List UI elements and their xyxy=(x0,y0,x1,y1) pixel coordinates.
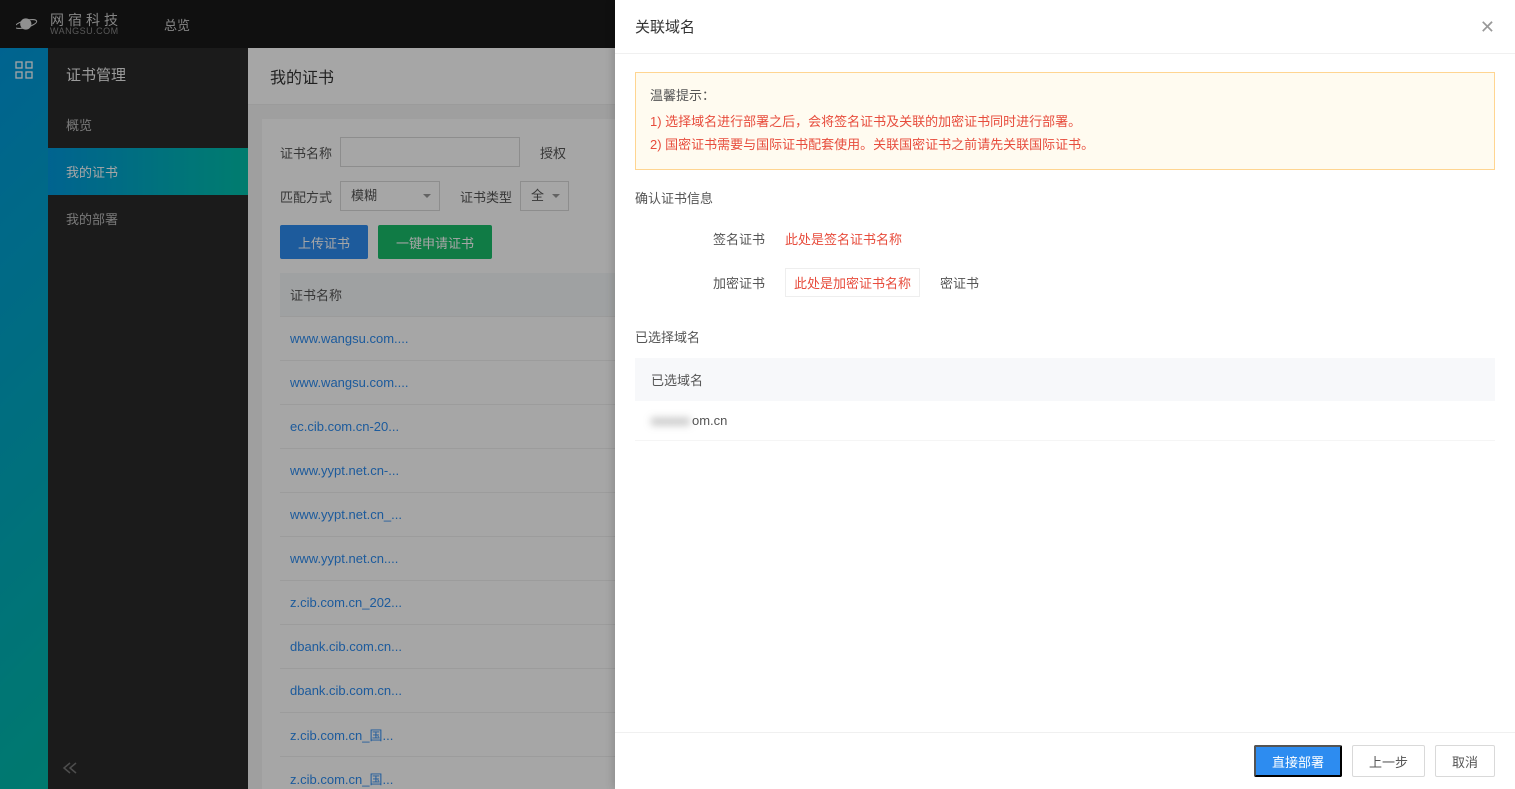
close-icon[interactable]: ✕ xyxy=(1480,18,1495,36)
tip-line-1: 1) 选择域名进行部署之后，会将签名证书及关联的加密证书同时进行部署。 xyxy=(650,110,1480,133)
confirm-cert-title: 确认证书信息 xyxy=(635,188,1495,207)
tip-title: 温馨提示： xyxy=(650,85,1480,104)
associate-domain-drawer: 关联域名 ✕ 温馨提示： 1) 选择域名进行部署之后，会将签名证书及关联的加密证… xyxy=(615,0,1515,789)
tip-box: 温馨提示： 1) 选择域名进行部署之后，会将签名证书及关联的加密证书同时进行部署… xyxy=(635,72,1495,170)
domain-blurred: xxxxxx xyxy=(651,413,690,428)
sign-cert-label: 签名证书 xyxy=(685,229,765,248)
cancel-button[interactable]: 取消 xyxy=(1435,745,1495,777)
tip-line-2: 2) 国密证书需要与国际证书配套使用。关联国密证书之前请先关联国际证书。 xyxy=(650,133,1480,156)
deploy-button[interactable]: 直接部署 xyxy=(1254,745,1342,777)
prev-step-button[interactable]: 上一步 xyxy=(1352,745,1425,777)
selected-domain-title: 已选择域名 xyxy=(635,327,1495,346)
selected-domain-row: xxxxxxom.cn xyxy=(635,401,1495,441)
enc-cert-label: 加密证书 xyxy=(685,273,765,292)
enc-cert-value: 此处是加密证书名称 xyxy=(794,273,911,292)
selected-domain-header: 已选域名 xyxy=(635,358,1495,401)
sign-cert-value: 此处是签名证书名称 xyxy=(785,229,902,248)
drawer-title: 关联域名 xyxy=(635,16,695,37)
enc-cert-select[interactable]: 此处是加密证书名称 xyxy=(785,268,920,297)
selected-domain-table: 已选域名 xxxxxxom.cn xyxy=(635,358,1495,441)
enc-cert-suffix: 密证书 xyxy=(940,273,979,292)
domain-suffix: om.cn xyxy=(692,413,727,428)
